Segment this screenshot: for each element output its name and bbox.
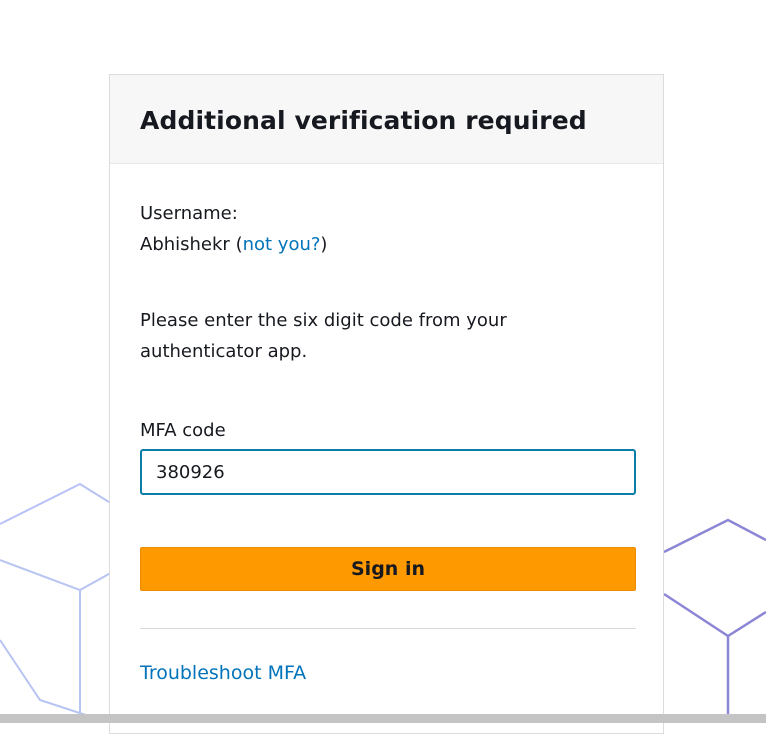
verification-card: Additional verification required Usernam… <box>109 74 664 734</box>
page-title: Additional verification required <box>140 105 587 135</box>
instructions-text: Please enter the six digit code from you… <box>140 310 507 362</box>
not-you-link[interactable]: not you? <box>243 234 321 255</box>
divider <box>140 628 636 629</box>
card-header: Additional verification required <box>110 75 663 164</box>
username-line: Abhishekr (not you?) <box>140 229 634 260</box>
username-label: Username: <box>140 203 238 224</box>
paren-open: ( <box>229 234 243 255</box>
username-section: Username: Abhishekr (not you?) <box>140 198 634 260</box>
bottom-scroll-bar <box>0 714 766 723</box>
mfa-code-label: MFA code <box>140 420 226 441</box>
troubleshoot-mfa-link[interactable]: Troubleshoot MFA <box>140 662 306 684</box>
sign-in-button[interactable]: Sign in <box>140 547 636 591</box>
mfa-code-input[interactable] <box>140 449 636 495</box>
card-body: Username: Abhishekr (not you?) Please en… <box>110 198 663 684</box>
username-value: Abhishekr <box>140 234 230 255</box>
paren-close: ) <box>320 234 328 255</box>
